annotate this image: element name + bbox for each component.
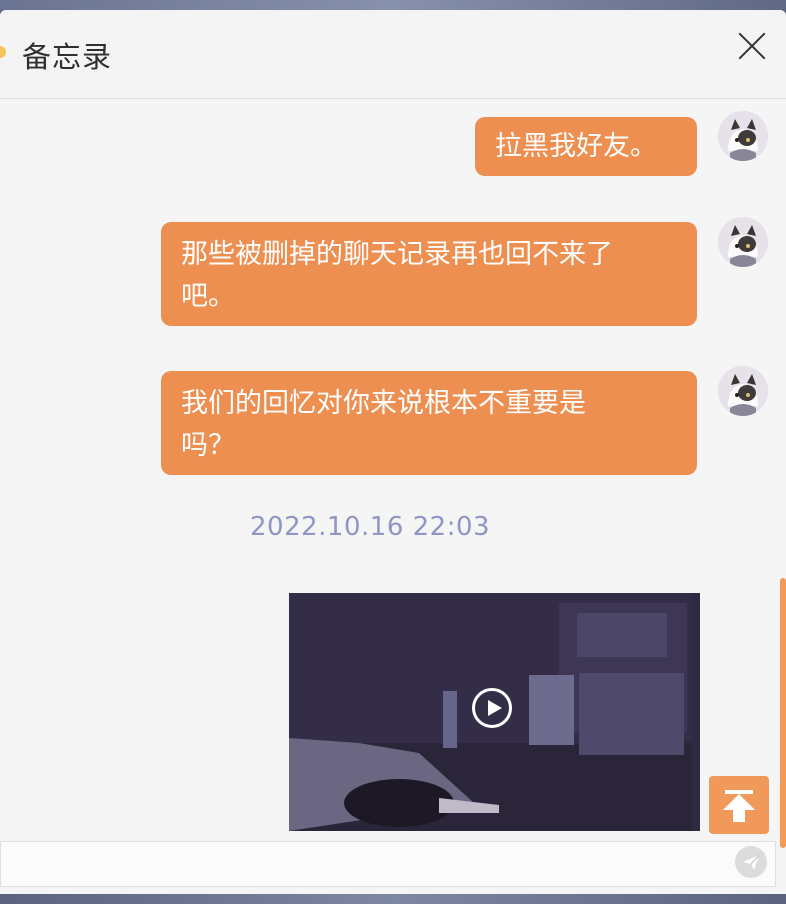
paper-plane-icon: [743, 854, 760, 870]
cat-avatar-icon: [718, 366, 768, 416]
avatar[interactable]: [718, 217, 768, 267]
avatar[interactable]: [718, 111, 768, 161]
chat-message-bubble: 那些被删掉的聊天记录再也回不来了 吧。: [161, 222, 697, 326]
message-timestamp: 2022.10.16 22:03: [250, 512, 491, 542]
message-text-line: 吗？: [181, 430, 235, 461]
avatar[interactable]: [718, 366, 768, 416]
scroll-to-top-button[interactable]: [709, 776, 769, 834]
chat-message-bubble: 拉黑我好友。: [475, 117, 697, 176]
play-icon[interactable]: [472, 688, 512, 728]
message-text-line: 那些被删掉的聊天记录再也回不来了: [181, 239, 613, 270]
close-icon[interactable]: [732, 26, 772, 66]
chat-message-bubble: 我们的回忆对你来说根本不重要是 吗？: [161, 371, 697, 475]
cat-avatar-icon: [718, 111, 768, 161]
send-icon[interactable]: [735, 846, 767, 878]
window-bottom-border: [0, 894, 786, 904]
cat-avatar-icon: [718, 217, 768, 267]
message-text-line: 吧。: [181, 281, 235, 312]
app-logo-icon: [0, 46, 6, 58]
message-input[interactable]: [0, 841, 776, 887]
page-title: 备忘录: [22, 40, 113, 74]
arrow-up-icon: [723, 790, 755, 822]
scrollbar[interactable]: [780, 578, 786, 848]
memo-window: 备忘录 拉黑我好友。 那些被删掉的聊天记录再也回不来了 吧。 我们的回忆对你来说…: [0, 10, 786, 894]
window-header: 备忘录: [0, 10, 786, 99]
message-text: 拉黑我好友。: [495, 131, 657, 162]
window-top-border: [0, 0, 786, 10]
message-text-line: 我们的回忆对你来说根本不重要是: [181, 388, 586, 419]
